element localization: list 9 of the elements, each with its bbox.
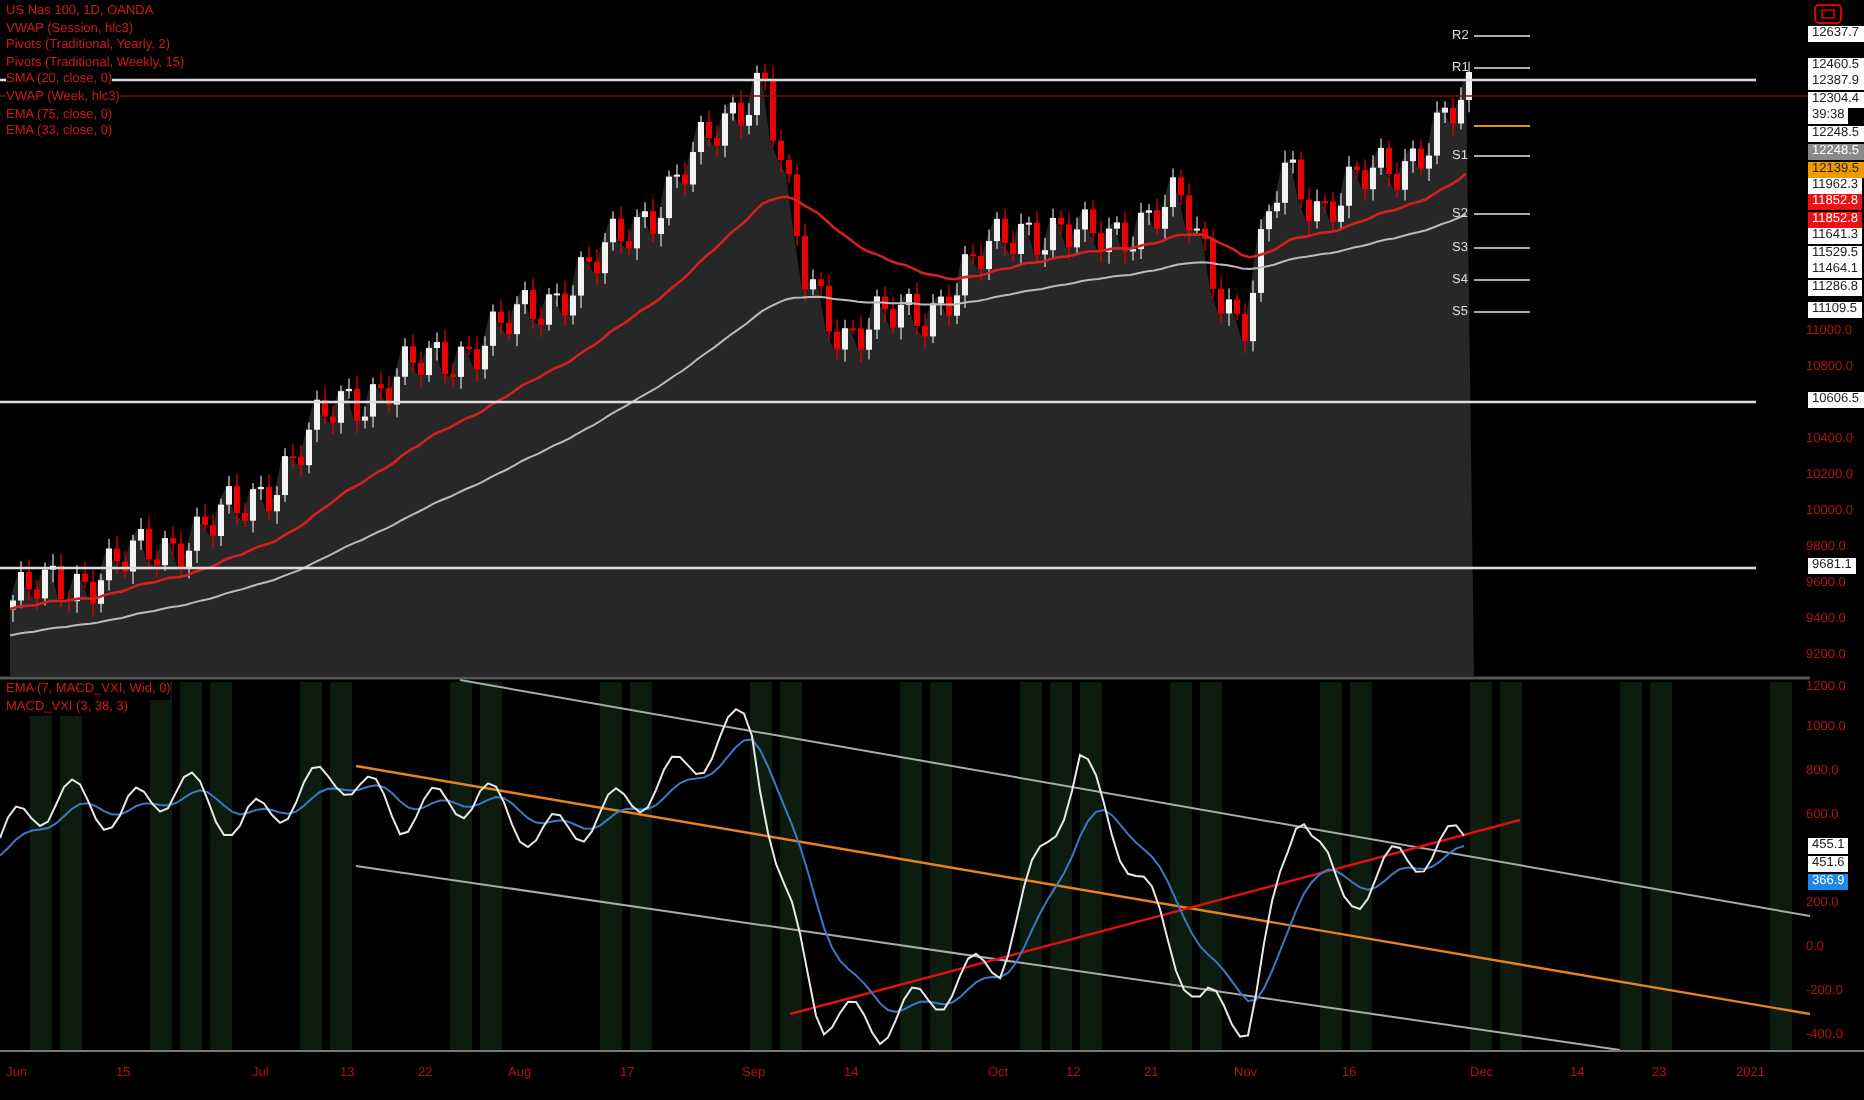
- pivot-line: [1473, 67, 1531, 69]
- box-icon[interactable]: [1814, 4, 1842, 24]
- pivot-line: [1473, 311, 1531, 313]
- pivot-line: [1473, 125, 1531, 127]
- pivot-line: [1473, 279, 1531, 281]
- pivot-line: [1473, 247, 1531, 249]
- pivot-line: [1473, 213, 1531, 215]
- pivot-line: [1473, 35, 1531, 37]
- pivot-line: [1473, 155, 1531, 157]
